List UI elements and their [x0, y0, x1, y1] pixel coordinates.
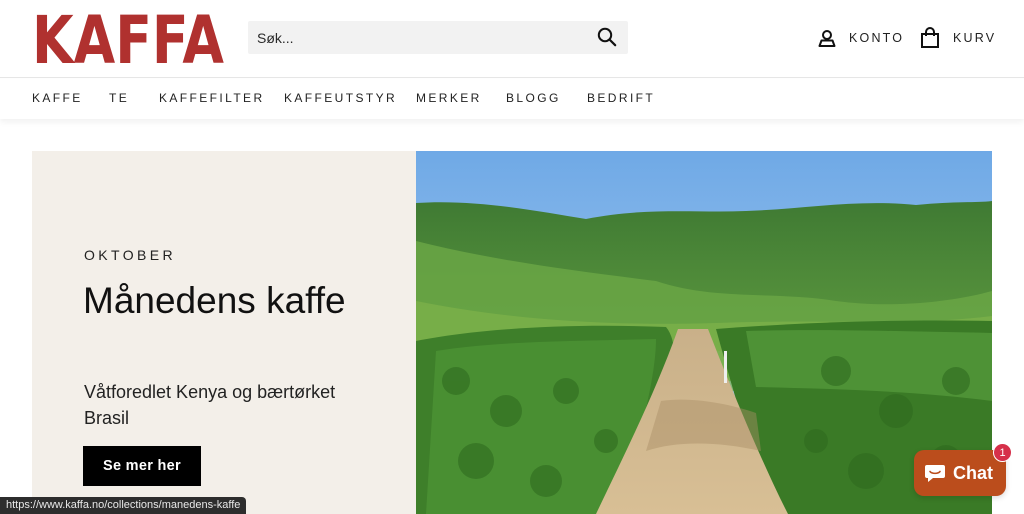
chat-notification-badge: 1 — [993, 443, 1012, 462]
coffee-plantation-photo — [416, 151, 992, 514]
hero-banner: OKTOBER Månedens kaffe Våtforedlet Kenya… — [32, 151, 992, 514]
user-icon — [818, 30, 836, 47]
account-link[interactable]: KONTO — [818, 26, 904, 50]
search-icon — [597, 27, 617, 47]
hero-eyebrow: OKTOBER — [84, 247, 177, 263]
nav-item-kaffefilter[interactable]: KAFFEFILTER — [159, 91, 265, 105]
nav-item-merker[interactable]: MERKER — [416, 91, 482, 105]
account-label: KONTO — [849, 31, 905, 45]
hero-subtitle: Våtforedlet Kenya og bærtørket Brasil — [84, 382, 336, 428]
shopping-bag-icon — [921, 27, 939, 48]
nav-item-bedrift[interactable]: BEDRIFT — [587, 91, 655, 105]
chat-label: Chat — [953, 462, 993, 483]
main-nav: KAFFE TE KAFFEFILTER KAFFEUTSTYR MERKER … — [0, 79, 1024, 119]
chat-button[interactable]: Chat — [914, 450, 1006, 496]
kaffa-logo[interactable]: KAFFA — [32, 8, 224, 66]
nav-item-kaffe[interactable]: KAFFE — [32, 91, 83, 105]
nav-item-te[interactable]: TE — [109, 91, 129, 105]
svg-text:KAFFA: KAFFA — [32, 8, 224, 66]
hero-cta-button[interactable]: Se mer her — [83, 446, 201, 486]
hero-image[interactable] — [416, 151, 992, 514]
nav-item-blogg[interactable]: BLOGG — [506, 91, 561, 105]
site-header: KAFFA KONTO KURV — [0, 0, 1024, 78]
cart-label: KURV — [953, 31, 997, 45]
cart-link[interactable]: KURV — [920, 26, 996, 50]
search-input[interactable] — [248, 21, 578, 54]
search-bar — [248, 21, 628, 54]
status-bar-url: https://www.kaffa.no/collections/maneden… — [0, 497, 247, 514]
nav-item-kaffeutstyr[interactable]: KAFFEUTSTYR — [284, 91, 397, 105]
search-button[interactable] — [596, 27, 618, 49]
hero-text-panel: OKTOBER Månedens kaffe Våtforedlet Kenya… — [32, 151, 416, 514]
chat-bubble-icon — [925, 465, 945, 482]
hero-title: Månedens kaffe — [83, 280, 346, 321]
